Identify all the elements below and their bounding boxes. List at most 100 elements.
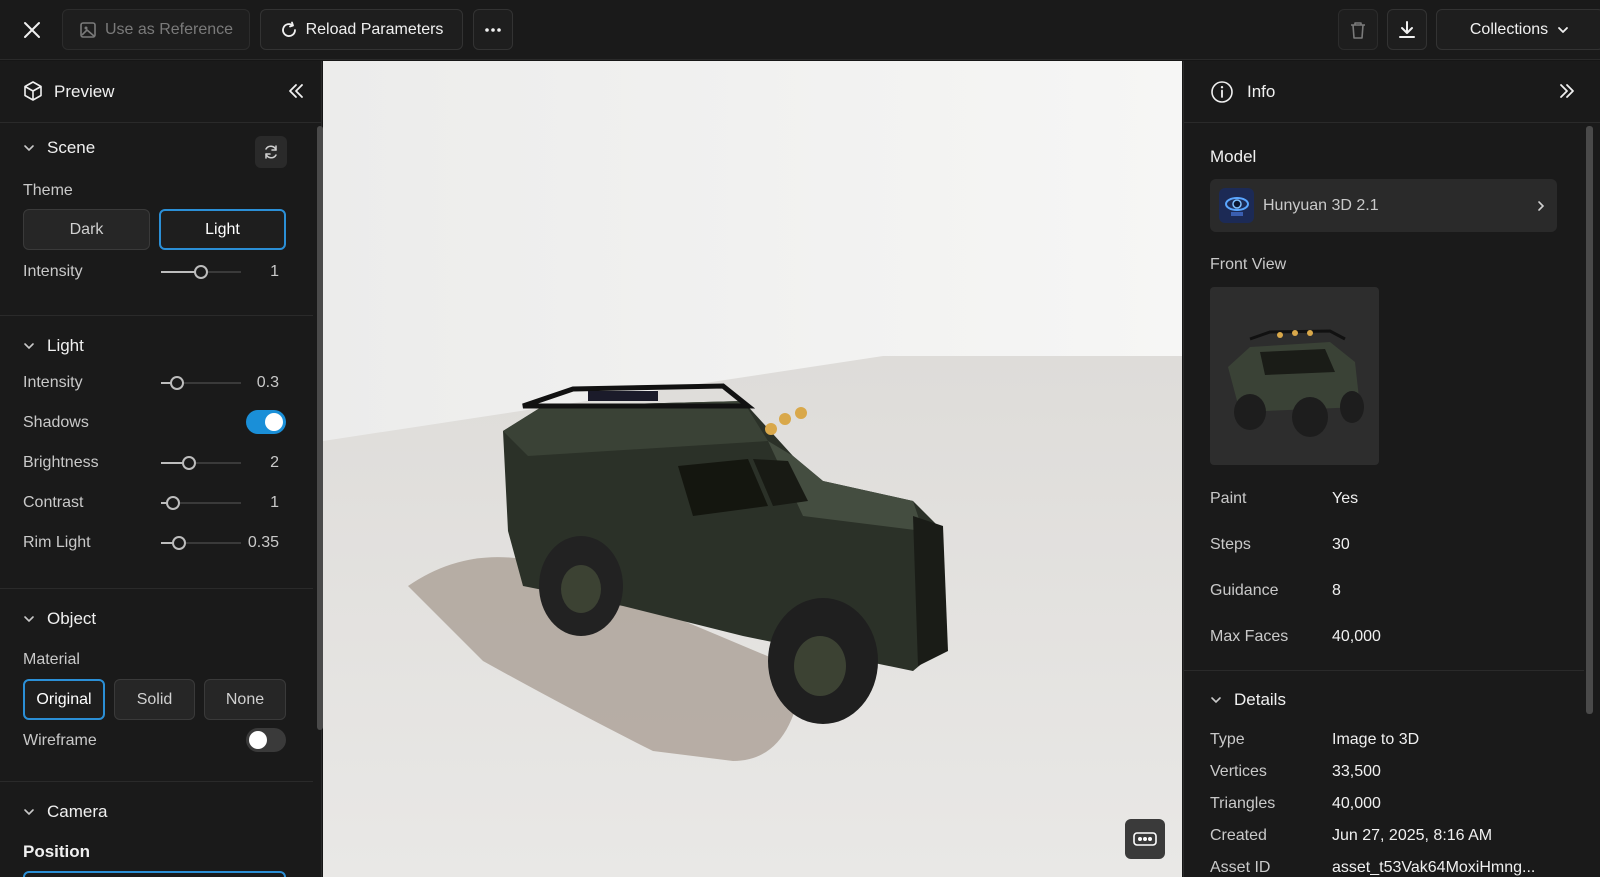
light-heading: Light <box>47 336 84 355</box>
rim-light-value: 0.35 <box>247 534 279 551</box>
model-logo <box>1219 188 1254 223</box>
preview-panel: Preview Scene Theme Dark Light Intensity… <box>0 61 322 877</box>
more-options-button[interactable] <box>473 9 513 50</box>
light-intensity-slider[interactable] <box>161 376 241 390</box>
scene-reset-button[interactable] <box>255 136 287 168</box>
object-section-toggle[interactable]: Object <box>23 609 96 629</box>
reload-icon <box>281 21 296 37</box>
slider-thumb[interactable] <box>166 496 180 510</box>
model-selector[interactable]: Hunyuan 3D 2.1 <box>1210 179 1557 232</box>
chevron-down-icon <box>24 616 34 623</box>
light-intensity-label: Intensity <box>23 374 83 391</box>
camera-heading: Camera <box>47 802 108 821</box>
details-section-toggle[interactable]: Details <box>1210 690 1286 710</box>
3d-viewport[interactable] <box>323 61 1182 877</box>
details-heading: Details <box>1234 690 1286 709</box>
preview-title: Preview <box>54 81 115 101</box>
brightness-label: Brightness <box>23 454 99 471</box>
front-view-thumbnail[interactable] <box>1210 287 1379 465</box>
collections-dropdown[interactable]: Collections <box>1436 9 1600 50</box>
rim-light-label: Rim Light <box>23 534 91 551</box>
slider-thumb[interactable] <box>171 536 186 550</box>
download-icon <box>1399 20 1415 38</box>
detail-label: Created <box>1210 827 1267 844</box>
light-intensity-value: 0.3 <box>256 374 279 391</box>
wireframe-toggle[interactable] <box>246 728 286 752</box>
download-button[interactable] <box>1387 9 1427 50</box>
detail-label: Type <box>1210 731 1245 748</box>
scene-intensity-slider[interactable] <box>161 265 241 279</box>
use-as-reference-button[interactable]: Use as Reference <box>62 9 250 50</box>
detail-value: Jun 27, 2025, 8:16 AM <box>1332 827 1493 844</box>
close-button[interactable] <box>18 16 46 44</box>
info-panel-header: Info <box>1184 61 1600 123</box>
material-original-button[interactable]: Original <box>23 679 105 720</box>
image-icon <box>80 21 96 38</box>
preview-panel-header: Preview <box>0 61 321 123</box>
material-label: Material <box>23 651 80 668</box>
detail-label: Vertices <box>1210 763 1267 780</box>
vehicle-model-render[interactable] <box>323 61 1182 877</box>
scene-intensity-value: 1 <box>270 263 279 280</box>
slider-thumb[interactable] <box>170 376 184 390</box>
model-label: Model <box>1210 147 1257 166</box>
contrast-slider[interactable] <box>161 496 241 510</box>
shadows-label: Shadows <box>23 414 89 431</box>
chevron-down-icon <box>24 343 34 350</box>
param-value: 30 <box>1332 536 1350 553</box>
close-icon <box>24 22 40 38</box>
brightness-value: 2 <box>270 454 279 471</box>
chevron-right-icon <box>1538 201 1545 211</box>
object-heading: Object <box>47 609 97 628</box>
chevron-down-icon <box>1211 697 1221 704</box>
delete-button[interactable] <box>1338 9 1378 50</box>
param-value: 40,000 <box>1332 628 1381 645</box>
chevron-down-icon <box>24 809 34 816</box>
chevron-down-icon <box>1558 26 1569 33</box>
theme-dark-button[interactable]: Dark <box>23 209 150 250</box>
right-scrollbar[interactable] <box>1586 126 1593 714</box>
model-name: Hunyuan 3D 2.1 <box>1263 196 1379 214</box>
front-view-label: Front View <box>1210 256 1287 273</box>
scene-heading: Scene <box>47 138 96 157</box>
param-value: 8 <box>1332 582 1341 599</box>
collections-label: Collections <box>1469 20 1549 38</box>
divider <box>0 781 313 782</box>
asset-id-value[interactable]: asset_t53Vak64MoxiHmng... <box>1332 859 1535 877</box>
light-section-toggle[interactable]: Light <box>23 336 84 356</box>
rim-light-slider[interactable] <box>161 536 241 550</box>
reload-parameters-label: Reload Parameters <box>305 20 444 38</box>
trash-icon <box>1351 21 1365 39</box>
shadows-toggle[interactable] <box>246 410 286 434</box>
cube-icon <box>24 81 42 101</box>
viewport-controls-button[interactable] <box>1125 819 1165 859</box>
collapse-left-icon[interactable] <box>287 83 305 99</box>
theme-label: Theme <box>23 182 73 199</box>
slider-thumb[interactable] <box>182 456 196 470</box>
slider-thumb[interactable] <box>194 265 208 279</box>
scene-section-toggle[interactable]: Scene <box>23 138 95 158</box>
wireframe-label: Wireframe <box>23 732 97 749</box>
camera-position-field[interactable] <box>23 871 286 877</box>
contrast-label: Contrast <box>23 494 84 511</box>
detail-label: Asset ID <box>1210 859 1271 876</box>
detail-label: Triangles <box>1210 795 1276 812</box>
use-as-reference-label: Use as Reference <box>104 20 234 38</box>
top-toolbar: Use as Reference Reload Parameters Colle… <box>0 0 1600 60</box>
collapse-right-icon[interactable] <box>1558 83 1576 99</box>
param-label: Paint <box>1210 490 1247 507</box>
param-label: Max Faces <box>1210 628 1289 645</box>
material-solid-button[interactable]: Solid <box>114 679 195 720</box>
camera-position-label: Position <box>23 842 91 861</box>
divider <box>1184 670 1584 671</box>
brightness-slider[interactable] <box>161 456 241 470</box>
chevron-down-icon <box>24 145 34 152</box>
theme-light-button[interactable]: Light <box>159 209 286 250</box>
reload-parameters-button[interactable]: Reload Parameters <box>260 9 463 50</box>
info-icon <box>1211 81 1233 103</box>
param-label: Steps <box>1210 536 1251 553</box>
camera-section-toggle[interactable]: Camera <box>23 802 107 822</box>
material-none-button[interactable]: None <box>204 679 286 720</box>
info-title: Info <box>1247 81 1276 101</box>
refresh-icon <box>265 145 277 159</box>
